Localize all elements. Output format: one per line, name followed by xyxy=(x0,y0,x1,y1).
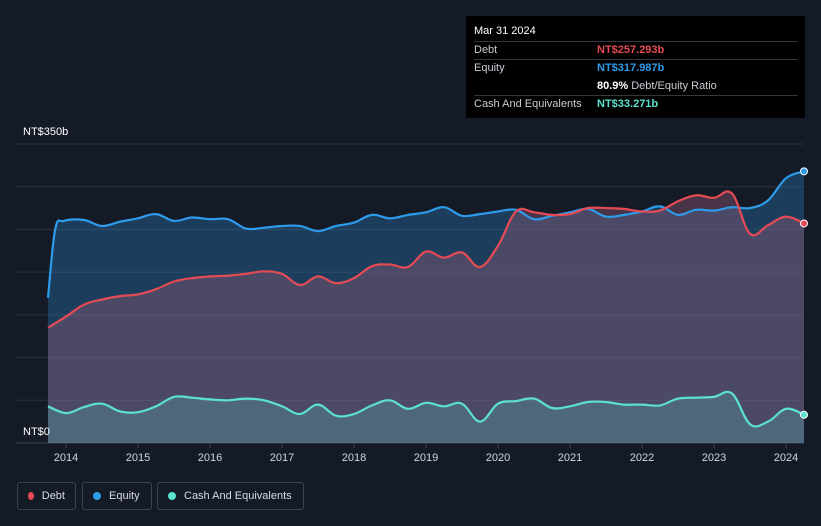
tooltip-cash-label: Cash And Equivalents xyxy=(474,98,582,110)
tooltip-row-cash: Cash And Equivalents NT$33.271b xyxy=(474,95,798,113)
tooltip-debt-value: NT$257.293b xyxy=(597,44,665,56)
debt-dot-icon xyxy=(28,492,34,500)
data-tooltip: Mar 31 2024 Debt NT$257.293b Equity NT$3… xyxy=(466,16,805,118)
legend-equity-label: Equity xyxy=(109,490,140,502)
x-tick-label: 2014 xyxy=(54,452,78,464)
cash-and-equivalents-end-marker[interactable] xyxy=(800,410,808,419)
y-axis-top-label: NT$350b xyxy=(23,126,68,138)
x-tick-label: 2020 xyxy=(486,452,510,464)
legend-cash-label: Cash And Equivalents xyxy=(184,490,292,502)
x-tick-label: 2023 xyxy=(702,452,726,464)
tooltip-cash-value: NT$33.271b xyxy=(597,98,659,110)
tooltip-date: Mar 31 2024 xyxy=(474,25,536,37)
tooltip-debt-label: Debt xyxy=(474,44,498,56)
tooltip-row-ratio: 80.9% Debt/Equity Ratio xyxy=(474,77,798,95)
tooltip-ratio-spacer xyxy=(474,78,597,95)
equity-dot-icon xyxy=(93,492,101,500)
x-tick-label: 2024 xyxy=(774,452,798,464)
tooltip-row-debt: Debt NT$257.293b xyxy=(474,41,798,59)
x-axis-ticks: 2014 2015 2016 2017 2018 2019 2020 2021 2022 2023… xyxy=(54,443,798,464)
debt-end-marker[interactable] xyxy=(800,219,808,228)
tooltip-equity-label: Equity xyxy=(474,62,505,74)
tooltip-row-equity: Equity NT$317.987b xyxy=(474,59,798,77)
tooltip-ratio-label: Debt/Equity Ratio xyxy=(631,80,717,92)
legend-cash[interactable]: Cash And Equivalents xyxy=(157,482,304,510)
x-tick-label: 2015 xyxy=(126,452,150,464)
equity-end-marker[interactable] xyxy=(800,167,808,176)
legend-equity[interactable]: Equity xyxy=(82,482,152,510)
x-tick-label: 2017 xyxy=(270,452,294,464)
tooltip-ratio-value: 80.9% xyxy=(597,80,629,92)
legend-debt[interactable]: Debt xyxy=(17,482,76,510)
x-tick-label: 2016 xyxy=(198,452,222,464)
legend-debt-label: Debt xyxy=(41,490,65,502)
x-tick-label: 2018 xyxy=(342,452,366,464)
tooltip-equity-value: NT$317.987b xyxy=(597,62,665,74)
cash-dot-icon xyxy=(168,492,176,500)
x-tick-label: 2021 xyxy=(558,452,582,464)
x-tick-label: 2022 xyxy=(630,452,654,464)
y-axis-bottom-label: NT$0 xyxy=(23,426,50,438)
x-tick-label: 2019 xyxy=(414,452,438,464)
